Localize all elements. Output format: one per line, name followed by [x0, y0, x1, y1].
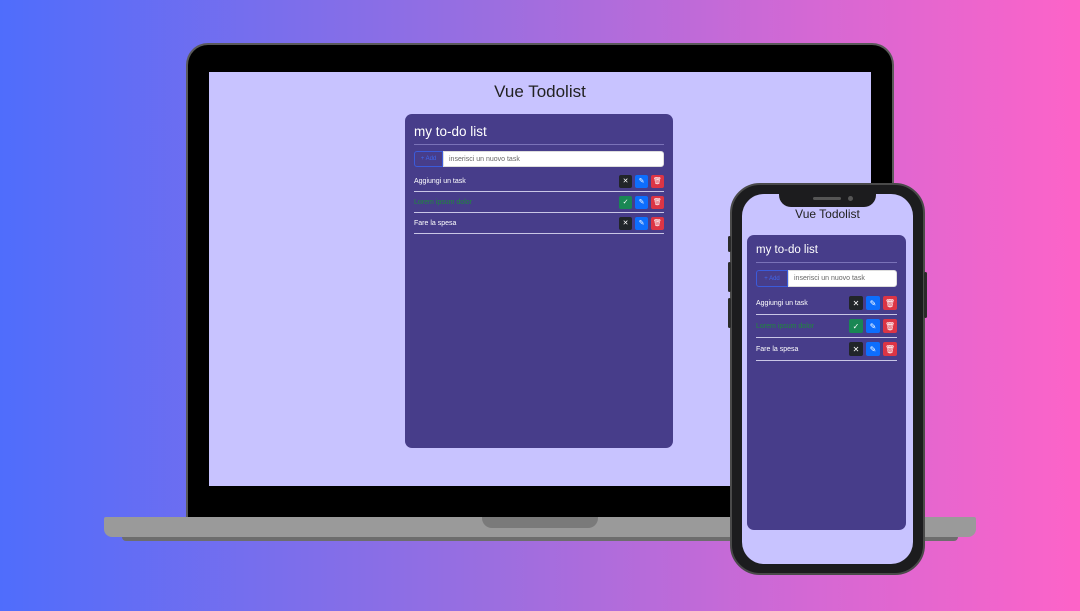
edit-icon[interactable]: ✎ [866, 342, 880, 356]
app-title: Vue Todolist [795, 207, 860, 221]
edit-icon[interactable]: ✎ [866, 296, 880, 310]
todo-card: my to-do list + Add inserisci un nuovo t… [747, 235, 906, 530]
task-text: Aggiungi un task [756, 299, 808, 307]
task-input[interactable]: inserisci un nuovo task [443, 151, 664, 167]
trash-icon[interactable]: 🗑 [883, 296, 897, 310]
divider [756, 262, 897, 263]
task-row: Aggiungi un task ✕ ✎ 🗑 [414, 171, 664, 192]
task-row: Aggiungi un task ✕ ✎ 🗑 [756, 292, 897, 315]
phone-button [728, 298, 731, 328]
x-icon[interactable]: ✕ [849, 342, 863, 356]
task-text: Fare la spesa [414, 219, 457, 227]
speaker-icon [813, 197, 841, 200]
phone-screen: Vue Todolist my to-do list + Add inseris… [742, 194, 913, 564]
phone-button [924, 272, 927, 318]
laptop-hinge [482, 517, 598, 528]
todo-card: my to-do list + Add inserisci un nuovo t… [405, 114, 673, 448]
phone-button [728, 262, 731, 292]
task-text: Lorem ipsum dolor [756, 322, 814, 330]
trash-icon[interactable]: 🗑 [651, 195, 664, 209]
task-row: Fare la spesa ✕ ✎ 🗑 [756, 338, 897, 361]
task-row: Lorem ipsum dolor ✓ ✎ 🗑 [414, 192, 664, 213]
task-input[interactable]: inserisci un nuovo task [788, 270, 897, 287]
add-task-row: + Add inserisci un nuovo task [414, 151, 664, 167]
trash-icon[interactable]: 🗑 [651, 174, 664, 188]
list-title: my to-do list [414, 124, 487, 139]
check-icon[interactable]: ✓ [619, 195, 632, 209]
task-text: Fare la spesa [756, 345, 799, 353]
phone-button [728, 236, 731, 252]
check-icon[interactable]: ✓ [849, 319, 863, 333]
edit-icon[interactable]: ✎ [635, 216, 648, 230]
x-icon[interactable]: ✕ [619, 216, 632, 230]
x-icon[interactable]: ✕ [849, 296, 863, 310]
edit-icon[interactable]: ✎ [866, 319, 880, 333]
x-icon[interactable]: ✕ [619, 174, 632, 188]
list-title: my to-do list [756, 244, 818, 256]
app-title: Vue Todolist [494, 82, 586, 101]
task-row: Fare la spesa ✕ ✎ 🗑 [414, 213, 664, 234]
add-task-row: + Add inserisci un nuovo task [756, 270, 897, 287]
divider [414, 144, 664, 145]
edit-icon[interactable]: ✎ [635, 195, 648, 209]
camera-icon [848, 196, 853, 201]
task-list: Aggiungi un task ✕ ✎ 🗑 Lorem ipsum dolor… [756, 292, 897, 361]
edit-icon[interactable]: ✎ [635, 174, 648, 188]
add-button[interactable]: + Add [756, 270, 788, 287]
task-row: Lorem ipsum dolor ✓ ✎ 🗑 [756, 315, 897, 338]
task-list: Aggiungi un task ✕ ✎ 🗑 Lorem ipsum dolor… [414, 171, 664, 234]
trash-icon[interactable]: 🗑 [651, 216, 664, 230]
task-text: Aggiungi un task [414, 177, 466, 185]
trash-icon[interactable]: 🗑 [883, 319, 897, 333]
trash-icon[interactable]: 🗑 [883, 342, 897, 356]
task-text: Lorem ipsum dolor [414, 198, 472, 206]
add-button[interactable]: + Add [414, 151, 443, 167]
